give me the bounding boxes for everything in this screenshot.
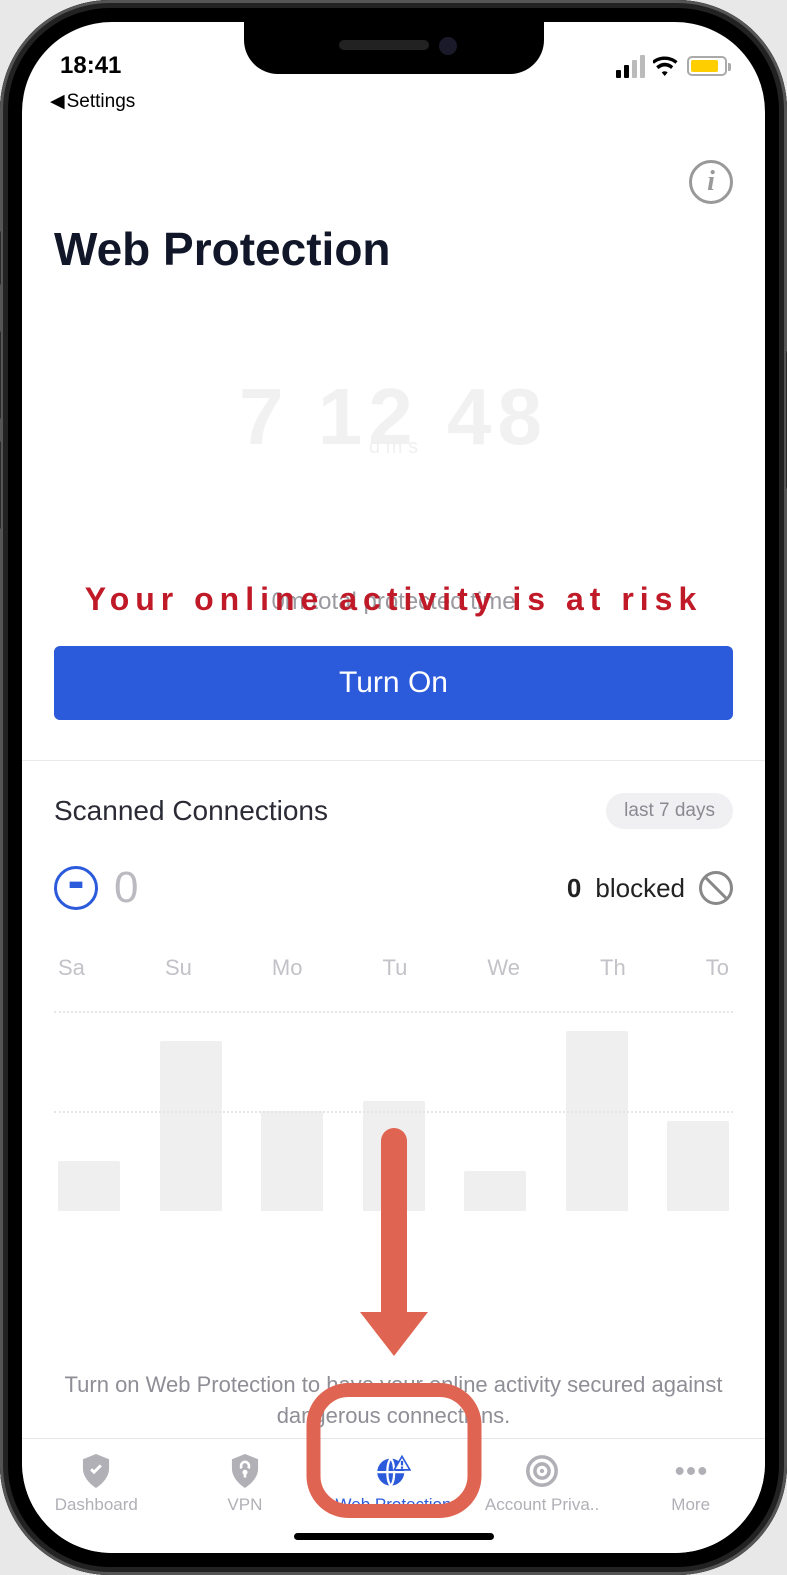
chart-day-label: Su — [165, 955, 192, 981]
turn-on-button[interactable]: Turn On — [54, 646, 733, 720]
tab-label: Dashboard — [55, 1495, 138, 1515]
globe-alert-icon — [375, 1453, 411, 1489]
compass-icon — [54, 866, 98, 910]
tab-label: Account Priva.. — [485, 1495, 599, 1515]
block-icon — [699, 871, 733, 905]
phone-device: 18:41 ◀ Settings i Web Protection 7 12 4… — [0, 0, 787, 1575]
volume-up — [0, 330, 1, 420]
battery-icon — [687, 56, 727, 76]
more-icon — [673, 1453, 709, 1489]
footer-hint: Turn on Web Protection to have your onli… — [22, 1370, 765, 1432]
chart-day-label: Tu — [383, 955, 408, 981]
chart-bar — [261, 1111, 323, 1211]
ghost-counter-units: d m s — [54, 436, 733, 459]
divider — [22, 760, 765, 761]
chart-day-label: We — [487, 955, 520, 981]
silent-switch — [0, 230, 1, 286]
range-pill[interactable]: last 7 days — [606, 793, 733, 829]
ghost-counter: 7 12 48 d m s Your online activity is at… — [54, 371, 733, 463]
tab-label: More — [671, 1495, 710, 1515]
scanned-header: Scanned Connections last 7 days — [54, 793, 733, 829]
cellular-icon — [616, 55, 645, 78]
tab-label: VPN — [227, 1495, 262, 1515]
shield-check-icon — [78, 1453, 114, 1489]
stats-blocked: 0 blocked — [567, 871, 733, 905]
blocked-count: 0 — [567, 873, 581, 904]
chart-bar — [667, 1121, 729, 1211]
home-indicator[interactable] — [294, 1533, 494, 1540]
stats-scanned: 0 — [54, 863, 138, 913]
chart-day-label: Th — [600, 955, 626, 981]
scanned-title: Scanned Connections — [54, 795, 328, 827]
callout-arrow — [381, 1128, 407, 1328]
blocked-label: blocked — [595, 873, 685, 904]
scanned-count: 0 — [114, 863, 138, 913]
status-time: 18:41 — [60, 52, 121, 80]
tab-more[interactable]: More — [616, 1439, 765, 1553]
chart-bar — [566, 1031, 628, 1211]
target-icon — [524, 1453, 560, 1489]
risk-message: Your online activity is at risk — [54, 581, 733, 618]
chart-bar — [464, 1171, 526, 1211]
tab-label: Web Protection — [336, 1495, 452, 1515]
chart-day-label: Sa — [58, 955, 85, 981]
chart-day-label: To — [706, 955, 729, 981]
volume-down — [0, 440, 1, 530]
status-right — [616, 55, 727, 78]
page-title: Web Protection — [54, 222, 733, 276]
wifi-icon — [653, 56, 679, 76]
vpn-shield-icon — [227, 1453, 263, 1489]
device-notch — [244, 22, 544, 74]
chart-day-label: Mo — [272, 955, 303, 981]
stats-row: 0 0 blocked — [54, 863, 733, 913]
chart-bar — [160, 1041, 222, 1211]
chart-bar — [58, 1161, 120, 1211]
tab-dashboard[interactable]: Dashboard — [22, 1439, 171, 1553]
chart-day-labels: Sa Su Mo Tu We Th To — [54, 955, 733, 981]
screen: 18:41 ◀ Settings i Web Protection 7 12 4… — [22, 22, 765, 1553]
info-button[interactable]: i — [689, 160, 733, 204]
